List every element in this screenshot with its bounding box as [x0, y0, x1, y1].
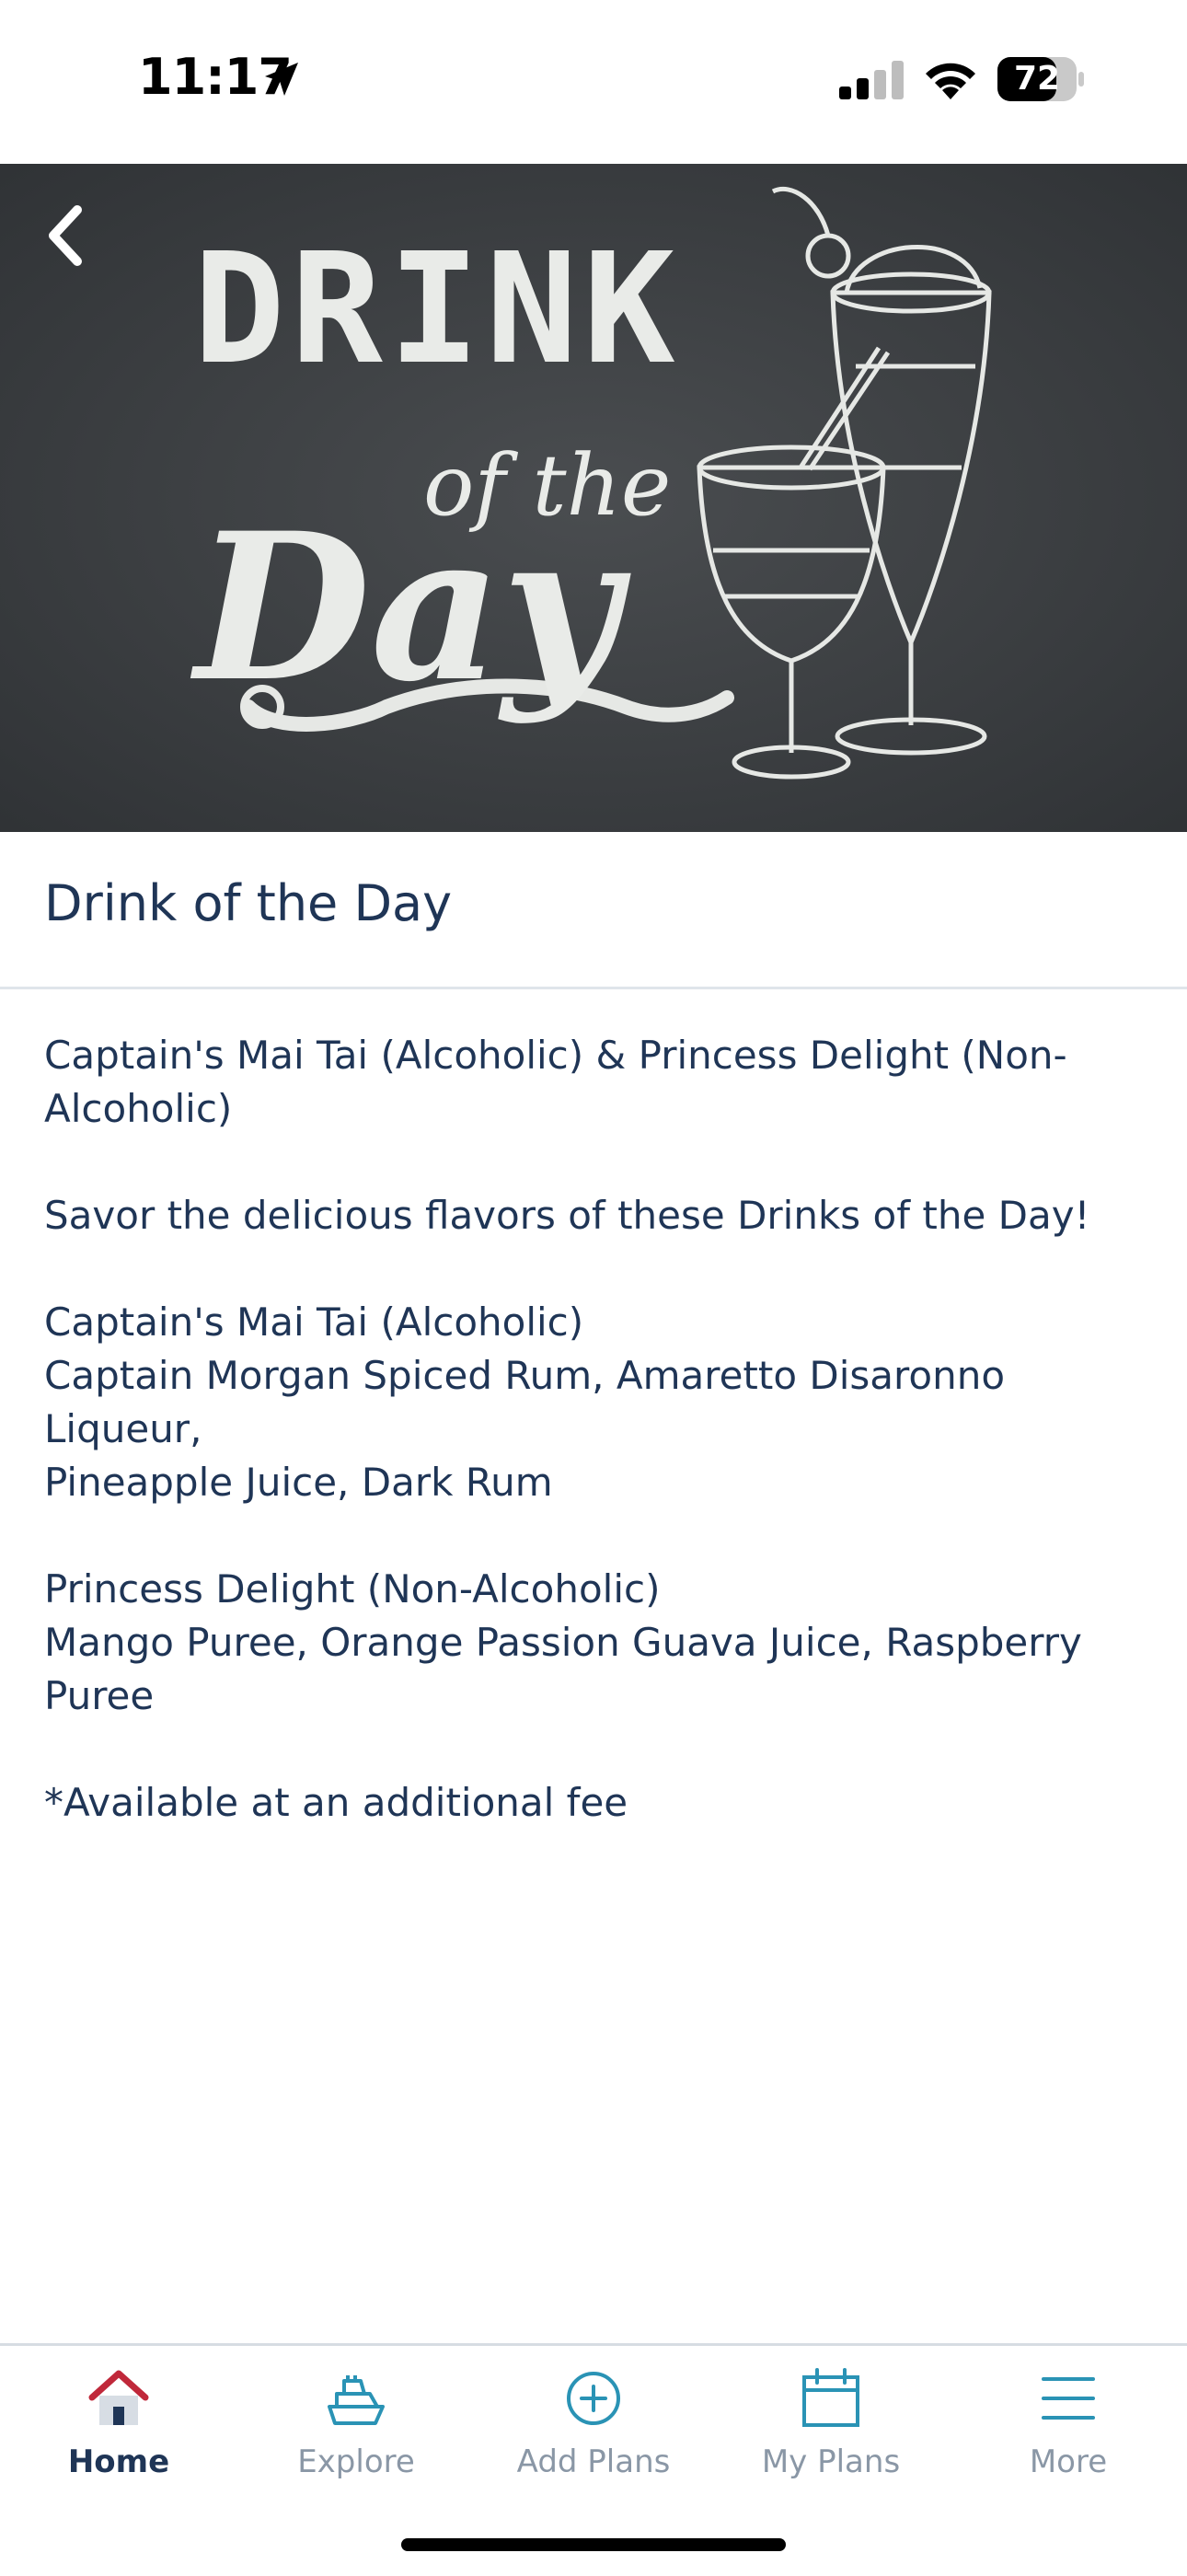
cellular-signal-icon: [839, 61, 904, 99]
menu-icon: [1042, 2377, 1095, 2420]
intro-line-1: Captain's Mai Tai (Alcoholic) & Princess…: [44, 1033, 1067, 1078]
tab-more-label: More: [1029, 2443, 1108, 2480]
tab-add-plans-label: Add Plans: [516, 2443, 671, 2480]
footnote-paragraph: *Available at an additional fee: [44, 1776, 1148, 1830]
wifi-icon: [926, 63, 975, 99]
tab-home[interactable]: Home: [0, 2346, 237, 2512]
intro-line-2: Alcoholic): [44, 1086, 233, 1131]
calendar-icon: [802, 2368, 859, 2427]
plus-circle-icon: [567, 2372, 620, 2425]
footnote-text: *Available at an additional fee: [44, 1780, 628, 1825]
page-title: Drink of the Day: [44, 874, 453, 932]
drink1-name: Captain's Mai Tai (Alcoholic): [44, 1300, 584, 1345]
tagline-text: Savor the delicious flavors of these Dri…: [44, 1193, 1090, 1238]
divider: [0, 987, 1187, 989]
location-arrow-icon: [265, 63, 298, 96]
hero-day-text: Day: [195, 488, 620, 726]
drink1-paragraph: Captain's Mai Tai (Alcoholic) Captain Mo…: [44, 1296, 1148, 1509]
home-indicator: [401, 2538, 786, 2551]
tab-my-plans[interactable]: My Plans: [712, 2346, 950, 2512]
tab-my-plans-label: My Plans: [761, 2443, 901, 2480]
hero-title-text: DRINK: [193, 221, 681, 399]
ship-icon: [328, 2375, 385, 2425]
tab-home-label: Home: [67, 2443, 170, 2480]
tab-explore-label: Explore: [297, 2443, 415, 2480]
home-icon: [88, 2370, 149, 2425]
back-chevron-icon[interactable]: [40, 201, 92, 271]
tab-more[interactable]: More: [950, 2346, 1187, 2512]
drink2-paragraph: Princess Delight (Non-Alcoholic) Mango P…: [44, 1563, 1148, 1723]
intro-paragraph: Captain's Mai Tai (Alcoholic) & Princess…: [44, 1029, 1148, 1136]
description-content: Captain's Mai Tai (Alcoholic) & Princess…: [44, 1029, 1148, 1883]
drink2-ingredients: Mango Puree, Orange Passion Guava Juice,…: [44, 1620, 1082, 1718]
tab-add-plans[interactable]: Add Plans: [475, 2346, 712, 2512]
tagline-paragraph: Savor the delicious flavors of these Dri…: [44, 1189, 1148, 1242]
drink1-ingredients-line-1: Captain Morgan Spiced Rum, Amaretto Disa…: [44, 1353, 1006, 1451]
drink2-name: Princess Delight (Non-Alcoholic): [44, 1566, 661, 1611]
tab-explore[interactable]: Explore: [237, 2346, 475, 2512]
status-bar: 11:17 72: [0, 0, 1187, 164]
battery-level: 72: [1013, 60, 1061, 98]
drink1-ingredients-line-2: Pineapple Juice, Dark Rum: [44, 1460, 553, 1505]
hero-image: DRINK of the Day: [0, 164, 1187, 832]
